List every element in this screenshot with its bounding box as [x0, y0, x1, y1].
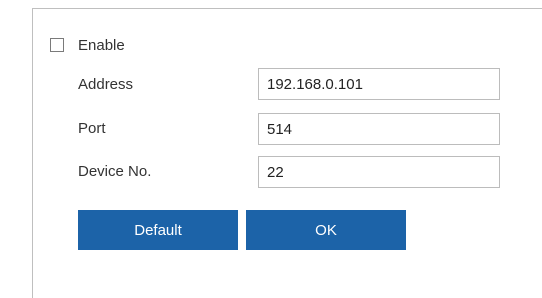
device-no-label: Device No. [78, 163, 152, 180]
address-input[interactable] [258, 68, 500, 100]
default-button[interactable]: Default [78, 210, 238, 250]
enable-label: Enable [78, 36, 125, 54]
enable-checkbox[interactable] [50, 38, 64, 52]
enable-row: Enable [50, 36, 125, 54]
port-input[interactable] [258, 113, 500, 145]
address-label: Address [78, 76, 134, 93]
device-no-input[interactable] [258, 156, 500, 188]
ok-button[interactable]: OK [246, 210, 406, 250]
port-label: Port [78, 120, 106, 137]
